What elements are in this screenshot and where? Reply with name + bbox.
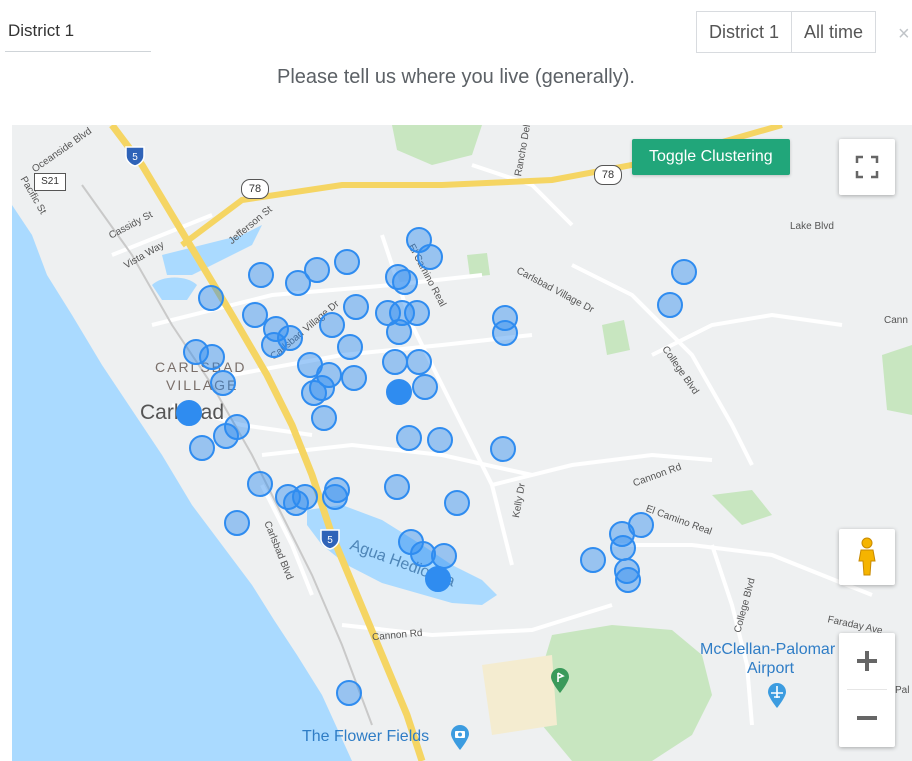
location-marker-selected[interactable] — [176, 400, 202, 426]
location-marker[interactable] — [343, 294, 369, 320]
location-marker[interactable] — [431, 543, 457, 569]
street-view-button[interactable] — [839, 529, 895, 585]
location-marker[interactable] — [610, 535, 636, 561]
question-text: Please tell us where you live (generally… — [277, 66, 635, 88]
location-marker[interactable] — [580, 547, 606, 573]
location-marker[interactable] — [671, 259, 697, 285]
location-marker[interactable] — [213, 423, 239, 449]
location-marker[interactable] — [285, 270, 311, 296]
location-marker[interactable] — [386, 319, 412, 345]
location-marker[interactable] — [334, 249, 360, 275]
location-marker[interactable] — [417, 244, 443, 270]
filter-group: District 1 All time — [695, 11, 876, 53]
location-marker[interactable] — [261, 332, 287, 358]
location-marker[interactable] — [301, 380, 327, 406]
location-marker[interactable] — [248, 262, 274, 288]
district-field[interactable]: District 1 — [5, 18, 151, 52]
location-marker[interactable] — [657, 292, 683, 318]
time-filter-button[interactable]: All time — [791, 11, 876, 53]
location-marker[interactable] — [406, 349, 432, 375]
location-marker[interactable] — [404, 300, 430, 326]
close-icon[interactable]: × — [898, 23, 912, 46]
markers-layer — [176, 227, 697, 706]
location-marker[interactable] — [615, 567, 641, 593]
location-marker[interactable] — [427, 427, 453, 453]
location-marker[interactable] — [382, 349, 408, 375]
location-marker[interactable] — [341, 365, 367, 391]
zoom-in-button[interactable] — [839, 633, 895, 689]
location-marker[interactable] — [311, 405, 337, 431]
location-marker[interactable] — [396, 425, 422, 451]
zoom-controls — [839, 633, 895, 747]
location-marker[interactable] — [628, 512, 654, 538]
toggle-clustering-button[interactable]: Toggle Clustering — [632, 139, 790, 175]
map-view[interactable]: 5 5 78 78 S21 CARLSBAD VILLAGE Carlsbad … — [12, 125, 912, 761]
pegman-icon — [858, 537, 876, 576]
location-marker[interactable] — [198, 285, 224, 311]
location-marker[interactable] — [444, 490, 470, 516]
location-marker-selected[interactable] — [386, 379, 412, 405]
location-marker[interactable] — [199, 344, 225, 370]
location-marker[interactable] — [490, 436, 516, 462]
location-marker[interactable] — [492, 320, 518, 346]
location-marker[interactable] — [336, 680, 362, 706]
location-marker[interactable] — [384, 474, 410, 500]
location-marker[interactable] — [189, 435, 215, 461]
location-marker[interactable] — [210, 370, 236, 396]
location-marker[interactable] — [247, 471, 273, 497]
fullscreen-button[interactable] — [839, 139, 895, 195]
zoom-out-icon — [857, 716, 877, 720]
location-marker-selected[interactable] — [425, 566, 451, 592]
location-marker[interactable] — [242, 302, 268, 328]
location-marker[interactable] — [392, 269, 418, 295]
district-filter-button[interactable]: District 1 — [695, 11, 792, 53]
location-marker[interactable] — [337, 334, 363, 360]
location-marker[interactable] — [319, 312, 345, 338]
location-marker[interactable] — [322, 484, 348, 510]
zoom-out-button[interactable] — [839, 690, 895, 746]
zoom-in-icon — [857, 651, 877, 671]
location-marker[interactable] — [412, 374, 438, 400]
location-marker[interactable] — [283, 490, 309, 516]
location-marker[interactable] — [224, 510, 250, 536]
fullscreen-icon — [855, 155, 879, 179]
